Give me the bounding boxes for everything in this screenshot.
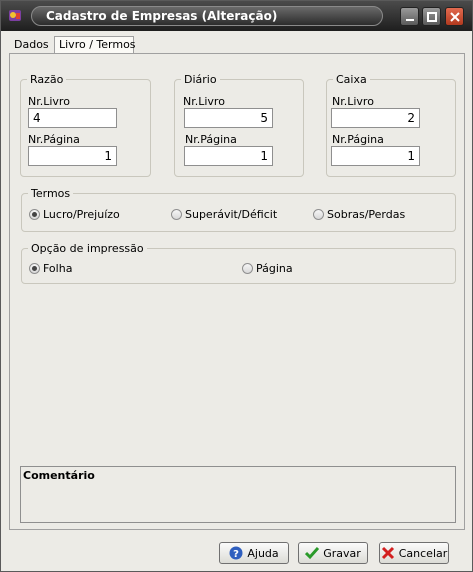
title-pill: Cadastro de Empresas (Alteração) xyxy=(31,6,383,26)
save-button[interactable]: Gravar xyxy=(298,542,368,564)
radio-sobras-perdas-label: Sobras/Perdas xyxy=(327,208,406,221)
save-button-label: Gravar xyxy=(323,546,361,560)
title-bar[interactable]: Cadastro de Empresas (Alteração) xyxy=(1,1,472,31)
razao-livro-input[interactable]: 4 xyxy=(28,108,117,128)
radio-selected-icon xyxy=(29,209,40,220)
razao-pagina-label: Nr.Página xyxy=(28,133,80,146)
group-impressao-title: Opção de impressão xyxy=(31,242,144,255)
group-caixa-title: Caixa xyxy=(336,73,367,86)
radio-folha[interactable]: Folha xyxy=(29,262,72,275)
close-icon xyxy=(449,11,460,22)
comment-label: Comentário xyxy=(23,469,95,482)
cancel-button-label: Cancelar xyxy=(398,546,448,560)
caixa-livro-label: Nr.Livro xyxy=(332,95,374,108)
radio-superavit-deficit-label: Superávit/Déficit xyxy=(185,208,278,221)
maximize-icon xyxy=(426,11,437,22)
svg-text:?: ? xyxy=(233,549,239,560)
group-impressao: Opção de impressão xyxy=(21,242,456,284)
razao-livro-label: Nr.Livro xyxy=(28,95,70,108)
app-icon[interactable] xyxy=(7,7,23,23)
minimize-icon xyxy=(405,18,414,21)
radio-folha-label: Folha xyxy=(43,262,73,275)
radio-pagina-label: Página xyxy=(256,262,293,275)
radio-unselected-icon xyxy=(171,209,182,220)
diario-pagina-label: Nr.Página xyxy=(185,133,237,146)
diario-livro-input[interactable]: 5 xyxy=(184,108,273,128)
caixa-pagina-label: Nr.Página xyxy=(332,133,384,146)
help-button-label: Ajuda xyxy=(247,546,279,560)
group-razao-title: Razão xyxy=(30,73,64,86)
caixa-pagina-input[interactable]: 1 xyxy=(331,146,420,166)
radio-lucro-prejuizo-label: Lucro/Prejuízo xyxy=(43,208,120,221)
radio-unselected-icon xyxy=(313,209,324,220)
group-diario-title: Diário xyxy=(184,73,217,86)
diario-pagina-input[interactable]: 1 xyxy=(184,146,273,166)
radio-superavit-deficit[interactable]: Superávit/Déficit xyxy=(171,208,277,221)
radio-selected-icon xyxy=(29,263,40,274)
group-termos-title: Termos xyxy=(31,187,71,200)
maximize-button[interactable] xyxy=(422,7,441,26)
radio-sobras-perdas[interactable]: Sobras/Perdas xyxy=(313,208,405,221)
window-title: Cadastro de Empresas (Alteração) xyxy=(46,9,278,23)
minimize-button[interactable] xyxy=(400,7,419,26)
caixa-livro-input[interactable]: 2 xyxy=(331,108,420,128)
radio-unselected-icon xyxy=(242,263,253,274)
tab-dados[interactable]: Dados xyxy=(9,36,55,53)
cancel-button[interactable]: Cancelar xyxy=(379,542,449,564)
razao-pagina-input[interactable]: 1 xyxy=(28,146,117,166)
comment-area[interactable]: Comentário xyxy=(20,466,456,523)
check-icon xyxy=(305,547,320,560)
dialog-window: Cadastro de Empresas (Alteração) Dados L… xyxy=(0,0,473,572)
help-button[interactable]: ? Ajuda xyxy=(219,542,289,564)
close-button[interactable] xyxy=(445,7,464,26)
diario-livro-label: Nr.Livro xyxy=(183,95,225,108)
tab-livro-termos[interactable]: Livro / Termos xyxy=(54,36,136,54)
radio-pagina[interactable]: Página xyxy=(242,262,293,275)
cancel-icon xyxy=(381,546,394,560)
help-icon: ? xyxy=(229,546,243,560)
radio-lucro-prejuizo[interactable]: Lucro/Prejuízo xyxy=(29,208,120,221)
tab-page-livro-termos: Razão Nr.Livro 4 Nr.Página 1 Diário Nr.L… xyxy=(9,53,465,530)
